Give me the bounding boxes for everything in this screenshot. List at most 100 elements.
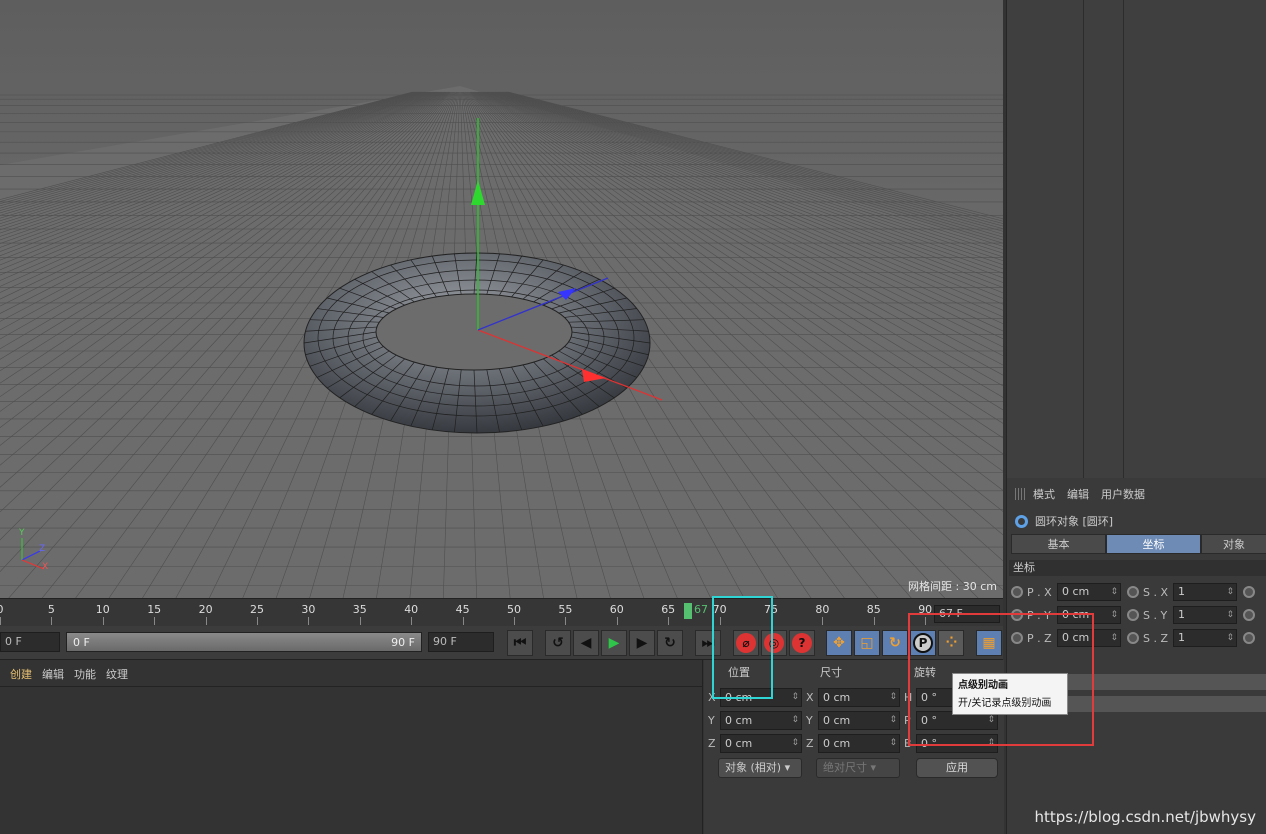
timeline-tick	[873, 617, 875, 625]
menu-mode[interactable]: 模式	[1033, 486, 1055, 502]
timeline-tick	[822, 617, 824, 625]
sy-field[interactable]: 1	[1173, 606, 1237, 624]
go-to-prev-key-button[interactable]: ↺	[545, 630, 571, 656]
pos-z-field[interactable]: 0 cm	[720, 733, 802, 753]
timeline-tick-label: 0	[0, 603, 4, 616]
size-x-field[interactable]: 0 cm	[818, 687, 900, 707]
timeline-tick	[359, 617, 361, 625]
preview-range-slider[interactable]: 0 F 90 F	[66, 632, 422, 652]
current-frame-marker: 67	[694, 603, 708, 616]
animate-radio[interactable]	[1243, 632, 1255, 644]
timeline-tick-label: 25	[250, 603, 264, 616]
menu-user-data[interactable]: 用户数据	[1101, 486, 1145, 502]
3d-viewport[interactable]: Y Z X 网格间距 : 30 cm	[0, 0, 1003, 598]
animate-radio[interactable]	[1243, 586, 1255, 598]
timeline-ruler[interactable]: 051015202530354045505560657075808590 67 …	[0, 598, 1003, 626]
size-y-field[interactable]: 0 cm	[818, 710, 900, 730]
grid-spacing-label: 网格间距 : 30 cm	[908, 580, 997, 593]
range-start-label: 0 F	[73, 636, 90, 649]
record-scale-button[interactable]: ◱	[854, 630, 880, 656]
panel-grip-icon[interactable]	[1015, 488, 1025, 500]
animate-radio[interactable]	[1127, 609, 1139, 621]
timeline-tick	[668, 617, 670, 625]
play-button[interactable]: ▶	[601, 630, 627, 656]
animate-radio[interactable]	[1243, 609, 1255, 621]
axis-label-y: Y	[19, 528, 25, 538]
menu-edit[interactable]: 编辑	[42, 666, 64, 682]
sy-label: S . Y	[1143, 608, 1168, 622]
watermark: https://blog.csdn.net/jbwhysy	[1034, 808, 1256, 826]
timeline-tick	[462, 617, 464, 625]
timeline-tick-label: 80	[815, 603, 830, 616]
timeline-tick	[616, 617, 618, 625]
object-manager-panel[interactable]	[1006, 0, 1266, 478]
chevron-down-icon: ▾	[870, 761, 877, 774]
timeline-tick-label: 20	[198, 603, 213, 616]
prev-frame-icon: ◀	[580, 635, 592, 651]
next-frame-icon: ▶	[636, 635, 648, 651]
end-frame-field[interactable]: 90 F	[428, 632, 494, 652]
object-title: 圆环对象 [圆环]	[1015, 513, 1113, 529]
animate-radio[interactable]	[1127, 586, 1139, 598]
tab-basic[interactable]: 基本	[1011, 534, 1106, 554]
animate-radio[interactable]	[1011, 586, 1023, 598]
playhead[interactable]	[684, 603, 692, 619]
timeline-tick-label: 65	[661, 603, 676, 616]
record-position-button[interactable]: ✥	[826, 630, 852, 656]
start-frame-field[interactable]: 0 F	[0, 632, 60, 652]
material-menu: 创建 编辑 功能 纹理	[0, 666, 128, 682]
timeline-tick	[0, 617, 1, 625]
tab-object[interactable]: 对象	[1201, 534, 1266, 554]
prev-key-icon: ↺	[552, 635, 564, 651]
go-to-next-key-button[interactable]: ↻	[657, 630, 683, 656]
material-manager: 创建 编辑 功能 纹理	[0, 660, 703, 834]
size-z-field[interactable]: 0 cm	[818, 733, 900, 753]
next-frame-button[interactable]: ▶	[629, 630, 655, 656]
menu-create[interactable]: 创建	[10, 666, 32, 682]
torus-icon	[1015, 514, 1028, 528]
rotate-icon: ↻	[889, 635, 901, 651]
pos-y-field[interactable]: 0 cm	[720, 710, 802, 730]
move-icon: ✥	[833, 635, 845, 651]
size-header: 尺寸	[820, 666, 842, 679]
divider	[0, 686, 703, 687]
timeline-tick-label: 45	[455, 603, 470, 616]
size-mode-dropdown: 绝对尺寸 ▾	[816, 758, 900, 778]
pos-y-label: Y	[708, 713, 715, 727]
timeline-tick	[102, 617, 104, 625]
pos-z-label: Z	[708, 736, 716, 750]
px-label: P . X	[1027, 585, 1052, 599]
timeline-tick	[411, 617, 413, 625]
annotation-box-red	[908, 613, 1094, 746]
coordinate-mode-dropdown[interactable]: 对象 (相对) ▾	[718, 758, 802, 778]
sx-field[interactable]: 1	[1173, 583, 1237, 601]
next-key-icon: ↻	[664, 635, 676, 651]
sx-label: S . X	[1143, 585, 1169, 599]
animate-radio[interactable]	[1127, 632, 1139, 644]
prev-frame-button[interactable]: ◀	[573, 630, 599, 656]
timeline-tick-label: 15	[147, 603, 162, 616]
sz-field[interactable]: 1	[1173, 629, 1237, 647]
menu-texture[interactable]: 纹理	[106, 666, 128, 682]
sz-label: S . Z	[1143, 631, 1169, 645]
question-icon: ?	[792, 633, 812, 653]
apply-button[interactable]: 应用	[916, 758, 998, 778]
mode-dropdown-value: 对象 (相对)	[725, 761, 782, 774]
timeline-tick-label: 40	[404, 603, 419, 616]
axis-label-z: Z	[39, 544, 46, 554]
menu-edit[interactable]: 编辑	[1067, 486, 1089, 502]
tab-coordinates[interactable]: 坐标	[1106, 534, 1201, 554]
keyframe-selection-button[interactable]: ?	[789, 630, 815, 656]
annotation-box-cyan	[712, 596, 773, 699]
timeline-tick-label: 5	[47, 603, 55, 616]
axis-label-x: X	[42, 562, 49, 572]
attribute-menu: 模式 编辑 用户数据	[1007, 484, 1157, 504]
go-to-start-button[interactable]: ⏮	[507, 630, 533, 656]
timeline-tick	[308, 617, 310, 625]
chevron-down-icon: ▾	[784, 761, 791, 774]
torus-object[interactable]	[303, 252, 651, 434]
px-field[interactable]: 0 cm	[1057, 583, 1121, 601]
record-rotation-button[interactable]: ↻	[882, 630, 908, 656]
timeline-tick-label: 35	[352, 603, 367, 616]
menu-function[interactable]: 功能	[74, 666, 96, 682]
